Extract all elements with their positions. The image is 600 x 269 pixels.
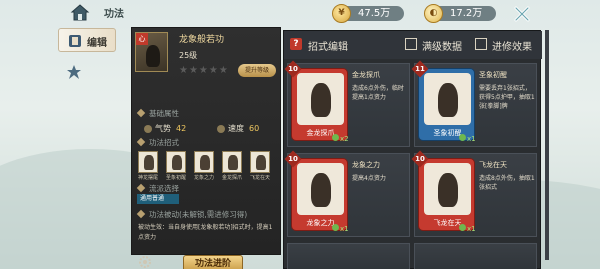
card-desc: 造成6点外伤，临时提高1点资力 xyxy=(352,85,404,101)
moves-row: 神龙摆尾 圣象初醒 龙象之力 金龙探爪 飞龙在天 xyxy=(138,151,278,183)
cost-gem: 10 xyxy=(284,60,302,78)
card-desc: 需要丢弃1张招式，获得5点护甲，抽取1张[拳脚]牌 xyxy=(479,85,535,110)
attr-momentum: 气势 42 xyxy=(144,123,186,134)
card-art: 金龙探爪 xyxy=(291,68,348,141)
card-count: x2 xyxy=(332,134,349,143)
card-art: 龙象之力 xyxy=(291,158,348,231)
speed-icon xyxy=(217,124,225,133)
scrollbar[interactable] xyxy=(545,30,549,260)
count-icon xyxy=(459,224,466,231)
cost-gem: 11 xyxy=(411,60,429,78)
max-level-checkbox[interactable] xyxy=(405,38,417,50)
skill-avatar: 心 xyxy=(135,32,168,72)
passive-section-title: 功法被动(未解锁,需进修习得) xyxy=(136,209,247,220)
skill-detail-panel: 心 龙象般若功 25级 ★★★★★ 提升等级 基础属性 气势 42 速度 60 功法… xyxy=(131,27,281,269)
currency-coins: ¥ 47.5万 xyxy=(332,4,404,23)
card-art: 飞龙在天 xyxy=(418,158,475,231)
figure-art xyxy=(438,83,458,117)
move-label: 龙象之力 xyxy=(193,175,214,181)
move-edit-panel: ? 招式编辑 满级数据 进修效果 金龙探爪 10 x2 金龙探爪 造成6点外伤，… xyxy=(283,30,542,269)
close-icon[interactable] xyxy=(512,4,532,24)
card-desc: 提高4点资力 xyxy=(352,175,386,182)
count-icon xyxy=(332,134,339,141)
card-count: x1 xyxy=(459,134,476,143)
move-card-shengxiang[interactable]: 圣象初醒 11 x1 圣象初醒 需要丢弃1张招式，获得5点护甲，抽取1张[拳脚]… xyxy=(411,60,537,147)
cost-value: 11 xyxy=(415,65,425,73)
coin-icon: ¥ xyxy=(332,4,351,23)
help-icon[interactable]: ? xyxy=(290,38,302,50)
card-count: x1 xyxy=(332,224,349,233)
edit-panel-title: 招式编辑 xyxy=(308,42,348,53)
move-card-feilong[interactable]: 飞龙在天 10 x1 飞龙在天 造成8点外伤，抽取1张招式 xyxy=(411,150,537,237)
move-card[interactable] xyxy=(138,151,158,173)
move-card-longxiang[interactable]: 龙象之力 10 x1 龙象之力 提高4点资力 xyxy=(284,150,410,237)
cost-gem: 10 xyxy=(284,150,302,168)
left-nav: 编辑 xyxy=(58,28,118,269)
page-title: 功法 xyxy=(104,9,124,20)
attr-section-title: 基础属性 xyxy=(136,108,179,119)
card-art: 圣象初醒 xyxy=(418,68,475,141)
move-label: 神龙摆尾 xyxy=(137,175,158,181)
advanced-effect-label: 进修效果 xyxy=(492,42,532,53)
max-level-label: 满级数据 xyxy=(422,42,462,53)
momentum-icon xyxy=(144,124,152,133)
attr-speed: 速度 60 xyxy=(217,123,259,134)
figure-art xyxy=(438,173,458,207)
gear-icon[interactable] xyxy=(138,255,152,269)
card-title: 龙象之力 xyxy=(352,161,380,169)
advanced-effect-checkbox[interactable] xyxy=(475,38,487,50)
game-screen: 功法 ¥ 47.5万 ◐ 17.2万 编辑 心 龙象般若功 25级 ★★★★★ … xyxy=(0,0,600,269)
skill-name: 龙象般若功 xyxy=(179,35,225,45)
currency-jade-value: 17.2万 xyxy=(450,8,483,19)
top-bar: 功法 ¥ 47.5万 ◐ 17.2万 xyxy=(0,0,600,26)
cost-value: 10 xyxy=(415,155,425,163)
moves-section-title: 功法招式 xyxy=(136,137,179,148)
move-card[interactable] xyxy=(222,151,242,173)
move-card-jinlong[interactable]: 金龙探爪 10 x2 金龙探爪 造成6点外伤，临时提高1点资力 xyxy=(284,60,410,147)
card-count: x1 xyxy=(459,224,476,233)
nav-tab-edit[interactable]: 编辑 xyxy=(58,28,116,52)
book-icon xyxy=(69,35,81,47)
move-card[interactable] xyxy=(166,151,186,173)
cost-value: 10 xyxy=(288,155,298,163)
card-title: 圣象初醒 xyxy=(479,71,507,79)
upgrade-button[interactable]: 提升等级 xyxy=(238,64,276,77)
nav-tab-emblem[interactable] xyxy=(58,60,116,84)
follow-tag[interactable]: 通用普通 xyxy=(137,194,179,204)
move-label: 金龙探爪 xyxy=(221,175,242,181)
currency-jade: ◐ 17.2万 xyxy=(424,4,496,23)
home-icon[interactable] xyxy=(70,3,90,21)
move-card[interactable] xyxy=(250,151,270,173)
figure-art xyxy=(311,83,331,117)
star-rating: ★★★★★ xyxy=(179,65,229,76)
figure-silhouette xyxy=(146,45,160,67)
move-label: 飞龙在天 xyxy=(249,175,270,181)
advance-button[interactable]: 功法进阶 xyxy=(183,255,243,269)
nav-tab-label: 编辑 xyxy=(87,38,107,49)
edit-panel-header: ? 招式编辑 满级数据 进修效果 xyxy=(284,31,542,59)
follow-section-title: 流派选择 xyxy=(136,183,179,194)
skill-type-badge: 心 xyxy=(136,33,148,45)
count-icon xyxy=(459,134,466,141)
passive-description: 被动生效：当自身使用[龙象般若功]招式时，提高1点资力 xyxy=(138,224,273,241)
move-card-partial[interactable] xyxy=(414,243,537,269)
cost-value: 10 xyxy=(288,65,298,73)
figure-art xyxy=(311,173,331,207)
jade-icon: ◐ xyxy=(424,4,443,23)
card-desc: 造成8点外伤，抽取1张招式 xyxy=(479,175,535,191)
emblem-icon xyxy=(67,65,81,79)
move-card-partial[interactable] xyxy=(287,243,410,269)
count-icon xyxy=(332,224,339,231)
card-title: 飞龙在天 xyxy=(479,161,507,169)
skill-level: 25级 xyxy=(179,51,198,60)
move-label: 圣象初醒 xyxy=(165,175,186,181)
card-title: 金龙探爪 xyxy=(352,71,380,79)
move-card[interactable] xyxy=(194,151,214,173)
cost-gem: 10 xyxy=(411,150,429,168)
currency-coins-value: 47.5万 xyxy=(358,8,391,19)
